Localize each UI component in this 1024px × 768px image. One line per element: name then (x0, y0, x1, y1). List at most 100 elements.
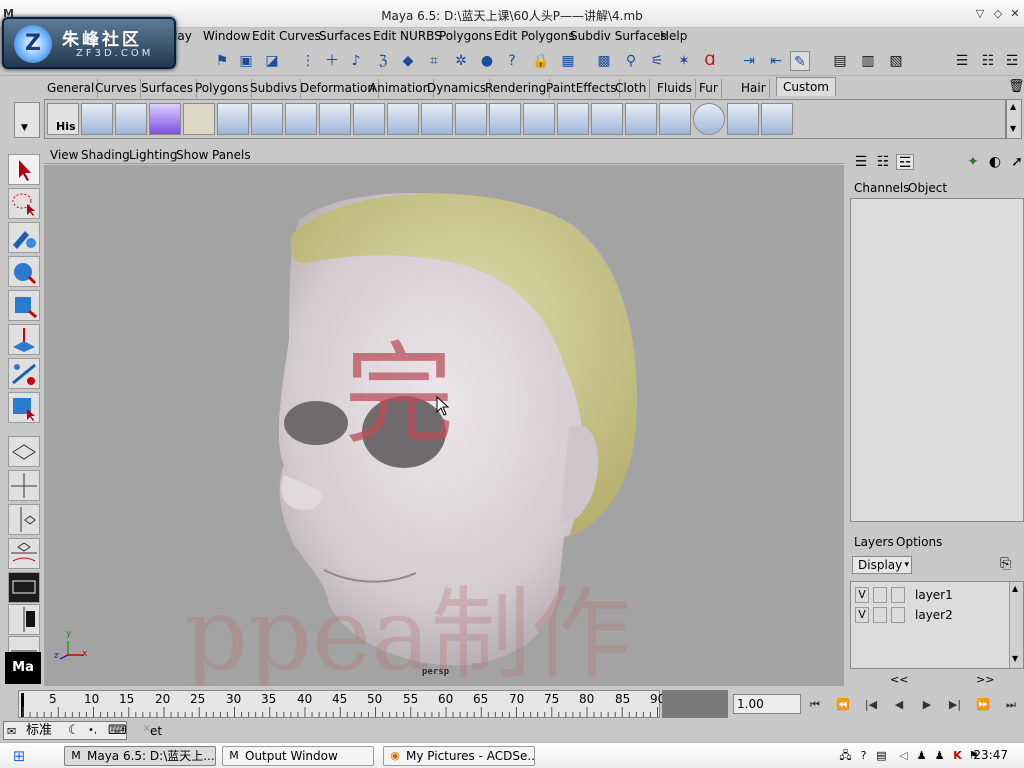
play-forward-icon[interactable]: ▶ (916, 696, 938, 714)
scroll-down-icon[interactable]: ▼ (1012, 654, 1018, 663)
layer-name[interactable]: layer2 (915, 608, 953, 622)
menu-help[interactable]: Help (660, 29, 687, 43)
ipr-render-icon[interactable]: ⚲ (621, 51, 641, 71)
layer-color-swatch[interactable] (891, 607, 905, 623)
live-surface-icon[interactable]: ⌗ (424, 51, 444, 71)
current-frame-field[interactable]: 1.00 (733, 694, 801, 714)
tab-fluids[interactable]: Fluids (654, 79, 697, 98)
clapper-icon-3[interactable]: ▧ (886, 51, 906, 71)
ime-toolbar[interactable]: ✉ 标准 ☾ •, ⌨ (3, 721, 127, 740)
shelf-icon-9[interactable] (353, 103, 385, 135)
new-layer-icon[interactable]: ⎘ (1000, 556, 1011, 572)
ime-moon-icon[interactable]: ☾ (68, 722, 80, 739)
shelf-icon-15[interactable] (557, 103, 589, 135)
step-forward-frame-icon[interactable]: ▶| (944, 696, 966, 714)
snap-point-icon[interactable]: ℨ (373, 51, 393, 71)
hypershade-icon[interactable]: ✶ (674, 51, 694, 71)
taskbar-button-acdsee[interactable]: ◉ My Pictures - ACDSe... (383, 746, 535, 766)
shelf-icon-6[interactable] (251, 103, 283, 135)
object-tab[interactable]: Object (908, 181, 947, 195)
go-to-end-icon[interactable]: ⏭ (1000, 696, 1022, 714)
time-ruler[interactable]: 5 10 15 20 25 30 35 40 45 50 55 60 65 70… (18, 690, 665, 718)
outliner-layout-icon[interactable] (8, 572, 40, 603)
shelf-icon-18[interactable] (659, 103, 691, 135)
shelf-scrollbar[interactable]: ▲ ▼ (1006, 99, 1022, 139)
pin-icon[interactable]: ➚ (1008, 154, 1024, 170)
shelf-icon-14[interactable] (523, 103, 555, 135)
tray-help-icon[interactable]: ? (856, 748, 871, 763)
render-globals-icon[interactable]: ⚟ (647, 51, 667, 71)
single-view-layout-icon[interactable] (8, 436, 40, 467)
snap-curve-icon[interactable]: ♪ (346, 51, 366, 71)
taskbar-button-output[interactable]: M Output Window (222, 746, 374, 766)
scale-tool-icon[interactable] (8, 324, 40, 355)
input-output-icon[interactable]: ✲ (451, 51, 471, 71)
manipulator-tool-icon[interactable] (8, 358, 40, 389)
collapse-right-icon[interactable]: >> (976, 673, 994, 686)
menu-display[interactable]: lay (174, 29, 192, 43)
tray-qq-icon-2[interactable]: ♟ (932, 748, 947, 763)
layer-row[interactable]: V layer2 (853, 606, 1003, 624)
tab-general[interactable]: General (44, 79, 99, 98)
tray-network-icon[interactable]: 🖧 (838, 748, 853, 763)
tab-custom[interactable]: Custom (776, 77, 836, 96)
close-icon[interactable]: ✕ (1007, 7, 1023, 21)
shelf-icon-20[interactable] (727, 103, 759, 135)
side-by-side-layout-icon[interactable] (8, 504, 40, 535)
trash-icon[interactable]: 🗑 (1008, 79, 1024, 94)
step-back-frame-icon[interactable]: |◀ (860, 696, 882, 714)
tab-fur[interactable]: Fur (696, 79, 722, 98)
ime-punct-icon[interactable]: •, (88, 722, 97, 739)
panel-menu-view[interactable]: View (50, 148, 78, 162)
select-component-icon[interactable]: ◪ (262, 51, 282, 71)
panel-menu-lighting[interactable]: Lighting (129, 148, 178, 162)
scroll-up-icon[interactable]: ▲ (1012, 584, 1018, 593)
render-current-icon[interactable]: ▩ (594, 51, 614, 71)
shelf-icon-13[interactable] (489, 103, 521, 135)
panel-menu-panels[interactable]: Panels (212, 148, 251, 162)
render-layer-icon[interactable]: ◐ (986, 154, 1004, 170)
step-back-key-icon[interactable]: ⏪ (832, 696, 854, 714)
shelf-icon-1[interactable] (81, 103, 113, 135)
menu-edit-nurbs[interactable]: Edit NURBS (373, 29, 442, 43)
taskbar-button-maya[interactable]: M Maya 6.5: D:\蓝天上... (64, 746, 216, 766)
tab-dynamics[interactable]: Dynamics (424, 79, 491, 98)
shelf-icon-16[interactable] (591, 103, 623, 135)
select-object-icon[interactable]: ▣ (236, 51, 256, 71)
tab-polygons[interactable]: Polygons (192, 79, 253, 98)
hypershade-layout-icon[interactable] (8, 604, 40, 635)
layer-type-toggle[interactable] (873, 587, 887, 603)
shelf-history-button[interactable]: His (47, 103, 79, 135)
shelf-icon-2[interactable] (115, 103, 147, 135)
shelf-menu-button[interactable]: ▼ (14, 102, 40, 138)
channel-box-toggle-icon[interactable]: ☲ (1002, 51, 1022, 71)
select-tool-icon[interactable] (8, 154, 40, 185)
select-hierarchy-icon[interactable]: ⚑ (212, 51, 232, 71)
tray-qq-icon-1[interactable]: ♟ (914, 748, 929, 763)
layer-editor-icon[interactable]: ☷ (874, 154, 892, 170)
tab-surfaces[interactable]: Surfaces (138, 79, 197, 98)
lasso-tool-icon[interactable] (8, 188, 40, 219)
tab-painteffects[interactable]: PaintEffects (543, 79, 621, 98)
display-layer-icon[interactable]: ✦ (964, 154, 982, 170)
paint-select-tool-icon[interactable] (8, 222, 40, 253)
layer-visibility-toggle[interactable]: V (855, 607, 869, 623)
shelf-icon-21[interactable] (761, 103, 793, 135)
shelf-icon-7[interactable] (285, 103, 317, 135)
move-tool-icon[interactable] (8, 256, 40, 287)
scroll-down-icon[interactable]: ▼ (1010, 124, 1016, 133)
ime-logo-icon[interactable]: ✉ (7, 723, 16, 740)
last-tool-icon[interactable] (8, 392, 40, 423)
tab-cloth[interactable]: Cloth (612, 79, 651, 98)
go-to-start-icon[interactable]: ⏮ (804, 696, 826, 714)
tray-kaspersky-icon[interactable]: K (950, 748, 965, 763)
panel-menu-show[interactable]: Show (176, 148, 208, 162)
layer-color-swatch[interactable] (891, 587, 905, 603)
magnet-icon[interactable]: Ɑ (700, 51, 720, 71)
shelf-icon-8[interactable] (319, 103, 351, 135)
tray-volume-icon[interactable]: ◁ (896, 748, 911, 763)
render-region-icon[interactable]: ▦ (558, 51, 578, 71)
output-line-icon[interactable]: ⇤ (766, 51, 786, 71)
snap-menu-icon[interactable]: ⋮ (298, 51, 318, 71)
options-menu[interactable]: Options (896, 535, 942, 549)
